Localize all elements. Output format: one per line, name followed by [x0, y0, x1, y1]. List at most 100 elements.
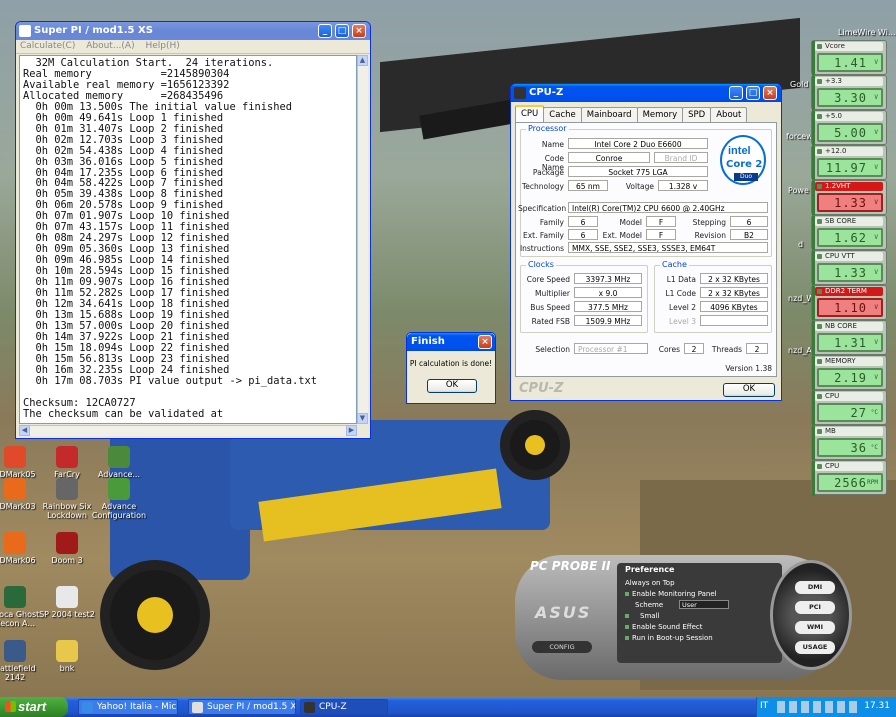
wmi-button[interactable]: WMI — [795, 621, 835, 634]
option-always-on-top[interactable]: Always on Top — [625, 579, 675, 587]
clock[interactable]: 17.31 — [864, 701, 890, 711]
monitor-widget[interactable]: NB CORE 1.31 V — [811, 320, 887, 356]
start-button[interactable]: start — [0, 697, 68, 717]
monitor-widget[interactable]: DDR2 TERM 1.10 V — [811, 285, 887, 321]
tray-icons[interactable] — [777, 701, 857, 713]
monitor-widget[interactable]: SB CORE 1.62 V — [811, 215, 887, 251]
menu-calculate[interactable]: Calculate(C) — [20, 41, 75, 51]
monitor-widget[interactable]: Vcore 1.41 V — [811, 40, 887, 76]
monitor-widget[interactable]: MB 36 °C — [811, 425, 887, 461]
desktop-icon-label[interactable]: Powe — [788, 186, 809, 195]
desktop-icon[interactable]: Doom 3 — [36, 532, 98, 565]
cpuz-ok-button[interactable]: OK — [723, 383, 775, 397]
extfamily-value: 6 — [568, 229, 598, 240]
desktop-icon[interactable]: bnk — [36, 640, 98, 673]
maximize-button[interactable]: □ — [746, 86, 760, 100]
option-sound-effect[interactable]: Enable Sound Effect — [625, 623, 702, 631]
monitor-widget[interactable]: MEMORY 2.19 V — [811, 355, 887, 391]
tab-cpu[interactable]: CPU — [515, 105, 545, 122]
superpi-output[interactable]: 32M Calculation Start. 24 iterations. Re… — [19, 55, 357, 424]
scheme-dropdown[interactable]: User — [679, 600, 729, 609]
cpuz-window: CPU-Z _ □ × CPU Cache Mainboard Memory SPD Ab… — [510, 83, 782, 401]
superpi-titlebar[interactable]: Super PI / mod1.5 XS _ □ × — [16, 22, 370, 40]
monitor-reading: 1.10 — [834, 301, 867, 315]
close-button[interactable]: × — [763, 86, 777, 100]
monitor-label: CPU VTT — [815, 252, 883, 261]
menu-help[interactable]: Help(H) — [145, 41, 179, 51]
desktop-icon-label[interactable]: Gold — [790, 80, 808, 89]
corespeed-label: Core Speed — [526, 275, 570, 284]
app-icon — [4, 446, 26, 468]
maximize-button[interactable]: □ — [335, 24, 349, 38]
pcprobe-brand: ASUS — [535, 603, 592, 622]
monitor-label: +5.0 — [815, 112, 883, 121]
close-button[interactable]: × — [478, 335, 492, 349]
monitor-label: +3.3 — [815, 77, 883, 86]
monitor-label: DDR2 TERM — [815, 287, 883, 296]
monitor-unit: V — [874, 59, 878, 66]
desktop-icon[interactable]: Advance Configuration — [88, 478, 150, 520]
taskbar-item-cpuz[interactable]: CPU-Z — [300, 699, 388, 715]
superpi-menubar: Calculate(C) About...(A) Help(H) — [16, 40, 370, 54]
taskbar-item-superpi[interactable]: Super PI / mod1.5 XS — [188, 699, 296, 715]
close-button[interactable]: × — [352, 24, 366, 38]
scroll-left-arrow-icon[interactable]: ◀ — [19, 425, 30, 436]
superpi-window: Super PI / mod1.5 XS _ □ × Calculate(C) … — [15, 21, 371, 439]
sensor-icon — [817, 79, 822, 84]
option-boot-up[interactable]: Run in Boot-up Session — [625, 634, 713, 642]
tab-mainboard[interactable]: Mainboard — [580, 107, 638, 122]
finish-message: PI calculation is done! — [409, 359, 493, 368]
monitor-unit: V — [874, 94, 878, 101]
monitor-unit: V — [874, 269, 878, 276]
taskbar-item-yahoo[interactable]: Yahoo! Italia - Micros... — [78, 699, 178, 715]
tab-cache[interactable]: Cache — [543, 107, 582, 122]
minimize-button[interactable]: _ — [318, 24, 332, 38]
checkbox-icon — [625, 625, 629, 629]
desktop-icon-label[interactable]: LimeWire Wi... — [838, 28, 896, 37]
usage-button[interactable]: USAGE — [795, 641, 835, 654]
monitor-reading: 1.33 — [834, 266, 867, 280]
monitor-widget[interactable]: CPU 2566 RPM — [811, 460, 887, 496]
horizontal-scrollbar[interactable]: ◀ ▶ — [19, 425, 357, 436]
minimize-button[interactable]: _ — [729, 86, 743, 100]
processor-group-title: Processor — [526, 124, 569, 133]
monitor-widget[interactable]: +3.3 3.30 V — [811, 75, 887, 111]
monitor-widget[interactable]: +12.0 11.97 V — [811, 145, 887, 181]
desktop-icon[interactable]: SP 2004 test2 — [36, 586, 98, 619]
desktop-icon-label[interactable]: d — [798, 240, 803, 249]
cpuz-titlebar[interactable]: CPU-Z _ □ × — [511, 84, 781, 102]
language-indicator[interactable]: IT — [760, 701, 768, 711]
tab-spd[interactable]: SPD — [682, 107, 712, 122]
monitor-widget[interactable]: 1.2VHT 1.33 V — [811, 180, 887, 216]
option-monitoring-panel[interactable]: Enable Monitoring Panel — [625, 590, 717, 598]
monitor-unit: °C — [870, 409, 878, 416]
checkbox-icon — [625, 636, 629, 640]
desktop-icon-label[interactable]: nzd_A — [788, 346, 812, 355]
finish-dialog-titlebar[interactable]: Finish × — [407, 333, 495, 351]
superpi-icon — [192, 702, 203, 713]
dmi-button[interactable]: DMI — [795, 581, 835, 594]
monitor-unit: V — [874, 234, 878, 241]
finish-ok-button[interactable]: OK — [427, 379, 477, 393]
desktop-icon-label[interactable]: forcew — [786, 132, 813, 141]
pcprobe-config-button[interactable]: CONFIG — [532, 641, 592, 653]
desktop-icon[interactable]: Advance... — [88, 446, 150, 479]
pci-button[interactable]: PCI — [795, 601, 835, 614]
monitor-widget[interactable]: CPU 27 °C — [811, 390, 887, 426]
tab-about[interactable]: About — [710, 107, 748, 122]
menu-about[interactable]: About...(A) — [86, 41, 134, 51]
scroll-right-arrow-icon[interactable]: ▶ — [346, 425, 357, 436]
monitor-widget[interactable]: CPU VTT 1.33 V — [811, 250, 887, 286]
option-small[interactable]: Small — [625, 612, 659, 620]
busspeed-value: 377.5 MHz — [574, 301, 642, 312]
vertical-scrollbar[interactable]: ▲ ▼ — [357, 55, 368, 424]
monitor-label-text: +12.0 — [825, 147, 847, 155]
scroll-down-arrow-icon[interactable]: ▼ — [357, 413, 368, 424]
monitor-widget[interactable]: +5.0 5.00 V — [811, 110, 887, 146]
scroll-up-arrow-icon[interactable]: ▲ — [357, 55, 368, 66]
taskbar-item-label: Yahoo! Italia - Micros... — [97, 702, 178, 712]
monitor-label: SB CORE — [815, 217, 883, 226]
tab-memory[interactable]: Memory — [636, 107, 684, 122]
voltage-label: Voltage — [625, 182, 654, 191]
selection-dropdown[interactable]: Processor #1 — [574, 343, 648, 354]
